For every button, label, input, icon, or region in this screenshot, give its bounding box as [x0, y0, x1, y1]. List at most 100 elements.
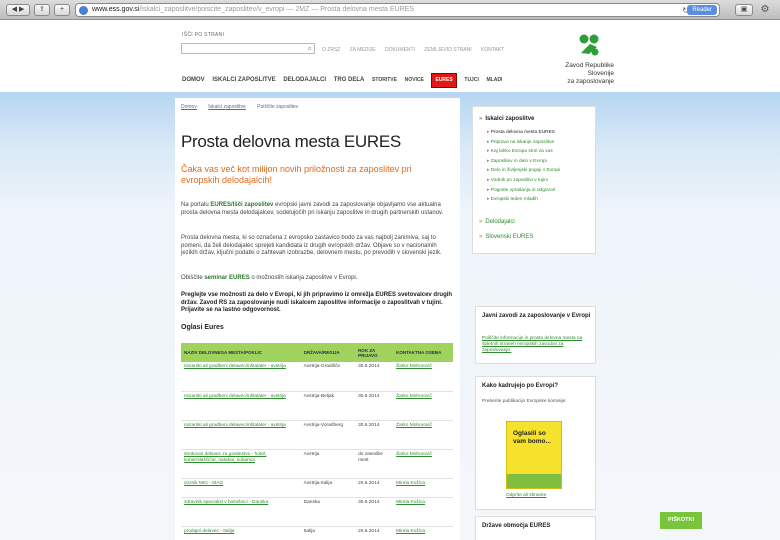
sidebar-item-faq[interactable]: Pogoste vprašanja in odgovori [487, 186, 560, 196]
nav-eures[interactable]: EURES [431, 73, 457, 88]
address-bar[interactable]: www.ess.gov.si/iskalci_zaposlitve/poisci… [75, 3, 720, 17]
job-country: Italija [300, 526, 356, 540]
sidebar-item-employers[interactable]: » Delodajalci [479, 219, 515, 225]
logo-text: Zavod Republike Slovenije za zaposlovanj… [556, 62, 614, 86]
add-icon[interactable]: + [54, 4, 70, 16]
job-deadline: 30.6.2014 [355, 497, 394, 527]
recruitment-publication-box: Kako kadrujejo po Evropi? Preberite publ… [475, 376, 596, 510]
table-row: mizarski ali gradbeni delavec/inštalater… [181, 391, 453, 421]
web-page: IŠČI PO STRANI ⌕ O ZRSZ ZA MEDIJE DOKUME… [0, 20, 780, 540]
sidebar-item-work-europe[interactable]: Zaposlitev in delo v Evropi [487, 157, 560, 167]
utility-nav: O ZRSZ ZA MEDIJE DOKUMENTI ZEMLJEVID STR… [322, 47, 512, 53]
table-header-row: NAZIV DELOVNEGA MESTA/POKLIC DRŽAVA/REGI… [181, 343, 453, 362]
main-content: Domov Iskalci zaposlitve Poiščite zaposl… [175, 98, 460, 540]
box-title: Javni zavodi za zaposlovanje v Evropi [482, 313, 591, 319]
table-row: mizarski ali gradbeni delavec/inštalater… [181, 420, 453, 450]
url-text: www.ess.gov.si/iskalci_zaposlitve/poisci… [92, 6, 415, 13]
publication-cover[interactable]: Oglasili so vam bomo... [506, 421, 562, 489]
sidebar-employers-text: Delodajalci [485, 219, 515, 225]
job-link[interactable]: mizarski ali gradbeni delavec/inštalater… [181, 362, 301, 392]
share-icon[interactable]: ⇪ [34, 4, 50, 16]
job-country: Avstrija-Beljak [300, 391, 356, 421]
seminar-link[interactable]: seminar EURES [204, 275, 249, 281]
breadcrumb-find-job[interactable]: Poiščite zaposlitev [257, 104, 298, 110]
poster-text: Oglasili so vam bomo... [513, 430, 551, 445]
table-title: Oglasi Eures [181, 324, 224, 331]
eures-countries-box: Države območja EURES [475, 516, 596, 540]
nav-youth[interactable]: MLADI [487, 74, 503, 87]
nav-services[interactable]: STORITVE [372, 74, 397, 87]
lead-text: Čaka vas več kot milijon novih priložnos… [181, 164, 412, 185]
search-label: IŠČI PO STRANI [182, 32, 225, 38]
breadcrumb-home[interactable]: Domov [181, 104, 197, 110]
back-forward-buttons[interactable]: ◀ ▶ [6, 4, 30, 16]
responsibility-paragraph: Preglejte vse možnosti za delo v Evropi,… [181, 292, 453, 315]
cookies-button[interactable]: PIŠKOTKI [660, 512, 702, 529]
sidebar-item-guide[interactable]: Vodnik po zaposlitvi v tujini [487, 176, 560, 186]
job-deadline: 30.6.2014 [355, 362, 394, 392]
sidebar-item-eures-jobs[interactable]: Prosta delovna mesta EURES [487, 128, 560, 138]
nav-news[interactable]: NOVICE [405, 74, 424, 87]
sidebar-item-preparation[interactable]: Priprava na iskanje zaposlitve [487, 138, 560, 148]
seminar-paragraph: Obiščite seminar EURES o možnostih iskan… [181, 275, 453, 283]
job-country: Avstrija [300, 449, 356, 479]
col-position: NAZIV DELOVNEGA MESTA/POKLIC [181, 343, 301, 362]
sidebar-item-europe[interactable]: Kaj lahko Evropa stori za vas [487, 147, 560, 157]
breadcrumb: Domov Iskalci zaposlitve Poiščite zaposl… [181, 104, 308, 110]
job-country: Danska [300, 497, 356, 527]
job-link[interactable]: mizarski ali gradbeni delavec/inštalater… [181, 420, 301, 450]
util-link-media[interactable]: ZA MEDIJE [350, 47, 376, 53]
p1-prefix: Na portalu [181, 202, 211, 208]
contact-link[interactable]: Žarko Mohorovič [393, 420, 453, 450]
download-icon[interactable]: ▣ [735, 4, 753, 16]
poster-strip [507, 474, 561, 488]
contact-link[interactable]: Mirela Kožica [393, 497, 453, 527]
contact-link[interactable]: Žarko Mohorovič [393, 362, 453, 392]
nav-foreigners[interactable]: TUJCI [464, 74, 478, 87]
main-nav: DOMOV ISKALCI ZAPOSLITVE DELODAJALCI TRG… [182, 73, 508, 88]
sidebar-item-living-conditions[interactable]: Delo in življenjski pogoji v Evropi [487, 166, 560, 176]
util-link-contact[interactable]: KONTAKT [481, 47, 504, 53]
p3-rest: o možnostih iskanja zaposlitve v Evropi. [249, 275, 358, 281]
nav-employers[interactable]: DELODAJALCI [283, 74, 326, 87]
job-link[interactable]: strokovni delavec za gostinstvo - hotel,… [181, 449, 301, 479]
logo-line-1: Zavod Republike Slovenije [565, 62, 614, 77]
job-deadline: do zasedbe mest [355, 449, 394, 479]
search-input[interactable]: ⌕ [181, 43, 315, 54]
job-link[interactable]: zdravnik specialist v bolnišnici - Dansk… [181, 497, 301, 527]
logo-icon[interactable] [578, 33, 600, 57]
pdf-link[interactable]: Odprite ali shranite [506, 493, 546, 498]
nav-home[interactable]: DOMOV [182, 74, 205, 87]
sidebar-menu-title-text: Iskalci zaposlitve [485, 116, 535, 122]
sidebar-item-youth-week[interactable]: Evropski teden mladih [487, 195, 560, 205]
util-link-about[interactable]: O ZRSZ [322, 47, 340, 53]
util-link-documents[interactable]: DOKUMENTI [385, 47, 415, 53]
job-link[interactable]: mizarski ali gradbeni delavec/inštalater… [181, 391, 301, 421]
box-text: Poiščite informacije in prosta delovna m… [482, 336, 592, 354]
contact-link[interactable]: Žarko Mohorovič [393, 391, 453, 421]
breadcrumb-job-seekers[interactable]: Iskalci zaposlitve [208, 104, 246, 110]
job-deadline: 30.6.2014 [355, 420, 394, 450]
contact-link[interactable]: Mirela Kožica [393, 478, 453, 498]
eures-portal-link[interactable]: EURES/Išči zaposlitev [210, 202, 273, 208]
contact-link[interactable]: Mirela Kožica [393, 526, 453, 540]
job-link[interactable]: prodajni delavec - Italija [181, 526, 301, 540]
box-link[interactable]: Poiščite informacije in prosta delovna m… [482, 336, 582, 353]
reader-button[interactable]: Reader [687, 5, 717, 15]
search-icon[interactable]: ⌕ [308, 44, 312, 54]
browser-toolbar: ◀ ▶ ⇪ + www.ess.gov.si/iskalci_zaposlitv… [0, 0, 780, 20]
nav-job-seekers[interactable]: ISKALCI ZAPOSLITVE [212, 74, 275, 87]
sidebar-menu: »Iskalci zaposlitve Prosta delovna mesta… [472, 106, 596, 254]
gear-icon[interactable]: ⚙ [758, 4, 772, 16]
table-row: zdravnik specialist v bolnišnici - Dansk… [181, 497, 453, 527]
util-link-sitemap[interactable]: ZEMLJEVID STRANI [424, 47, 471, 53]
nav-labour-market[interactable]: TRG DELA [334, 74, 365, 87]
sidebar-menu-title[interactable]: » Iskalci zaposlitve [479, 116, 534, 122]
p3-prefix: Obiščite [181, 275, 205, 281]
contact-link[interactable]: Žarko Mohorovič [393, 449, 453, 479]
col-deadline: ROK ZA PRIJAVO [355, 343, 394, 362]
col-contact: KONTAKTNA OSEBA [393, 343, 453, 362]
sidebar-menu-list: Prosta delovna mesta EURES Priprava na i… [487, 128, 560, 205]
sidebar-item-slovenian-eures[interactable]: » Slovenski EURES [479, 234, 533, 240]
job-link[interactable]: voznik MIG - MAG [181, 478, 301, 498]
